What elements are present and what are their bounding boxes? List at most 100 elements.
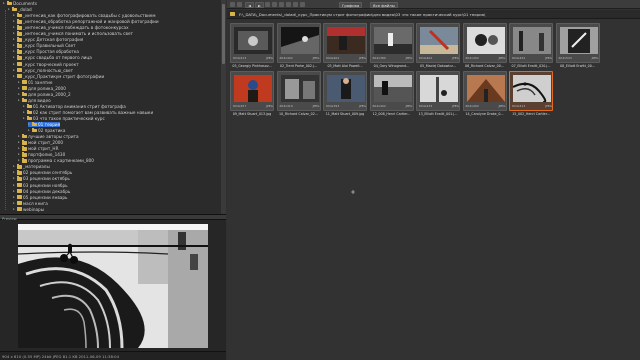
thumbnail-item[interactable]: 604x380 JPEG 04_Gary Winogrand... [369, 23, 414, 71]
tree-item[interactable]: ▸ _интенсив_учимся понимать и использоват… [13, 31, 133, 36]
tree-item[interactable]: ▸ мой стрит_HR [18, 146, 59, 151]
tree-item[interactable]: ▸ 05 рецензии январь [13, 195, 67, 200]
tree-item[interactable]: ▸ _курс Правильный Свет [13, 43, 76, 48]
tree-item[interactable]: ▸ Documents [3, 1, 37, 6]
tree-item[interactable]: ▸ 02 как стрит помогает вам развивать важ… [23, 110, 153, 115]
tree-item[interactable]: ▸ webinapы [13, 207, 44, 212]
thumbnail-image[interactable] [420, 27, 458, 54]
tree-item[interactable]: ▸ 03 рецензии октябрь [13, 176, 70, 181]
thumbnail-image[interactable] [466, 27, 505, 54]
thumbnail-format: JPEG [312, 56, 320, 60]
thumbnail-item[interactable]: 604x434 JPEG 13_Elliott Erwitt_001.j... [416, 71, 460, 119]
tree-item[interactable]: ▸ 01 Активатор внимания стрит фотографа [23, 104, 126, 109]
tree-item[interactable]: ▸ _курс Детская фотография [13, 37, 83, 42]
tree-item[interactable]: ▸ программа с картинками_800 [18, 158, 94, 163]
thumbnail-image[interactable] [513, 75, 551, 102]
tree-item[interactable]: ▸ для ролика_2000_2 [18, 92, 71, 97]
tree-scrollbar-thumb[interactable] [222, 4, 225, 64]
sort-icon[interactable] [286, 2, 291, 7]
thumbnail-item[interactable]: 604x393 JPEG 11_Matt Stuart_009.jpg [323, 71, 367, 119]
thumbnail-item[interactable]: 604x419 JPEG 10_Richard Calvar_02... [276, 71, 321, 119]
refresh-icon[interactable] [272, 2, 277, 7]
thumbnail-item[interactable]: 604x402 JPEG 14_Carolyne Drake_0... [462, 71, 507, 119]
tree-item[interactable]: ▸ 03 рецензии ноябрь [13, 183, 68, 188]
thumbnail-frame[interactable]: 604x402 JPEG [416, 23, 460, 63]
up-folder-icon[interactable] [265, 2, 270, 7]
thumbnail-item[interactable]: 604x543 JPEG 08_Elliott Erwitt_00... [555, 23, 600, 71]
thumbnail-image[interactable] [234, 75, 272, 102]
thumbnail-meta: 604x413 JPEG [233, 56, 273, 60]
menu-icon[interactable] [230, 2, 235, 7]
filter-icon[interactable] [293, 2, 298, 7]
graphics-filter-button[interactable]: Графика [339, 1, 363, 8]
thumbnail-frame[interactable]: 604x393 JPEG [323, 71, 367, 111]
thumbnail-item[interactable]: 604x402 JPEG 05_Maciej Dakowicz... [416, 23, 460, 71]
thumbnail-frame[interactable]: 604x543 JPEG [555, 23, 600, 63]
thumbnail-frame[interactable]: 604x402 JPEG [369, 71, 414, 111]
tree-item[interactable]: ▸ _курс свадьба от первого лица [13, 55, 92, 60]
tree-item[interactable]: ▸ для ролика_2000 [18, 86, 66, 91]
forward-button[interactable]: ► [255, 1, 264, 8]
thumbnail-frame[interactable]: 604x402 JPEG [462, 71, 507, 111]
tree-item[interactable]: ▸ лучшие авторы стрита [18, 134, 79, 139]
thumbnail-item[interactable]: 604x402 JPEG 03_Matt Aloi Powell... [323, 23, 367, 71]
thumbnail-image[interactable] [513, 27, 551, 54]
tree-item[interactable]: ▸ _материалы [13, 164, 50, 169]
tree-item[interactable]: ▸ для видео [18, 98, 51, 103]
thumbnail-frame[interactable]: 604x402 JPEG [462, 23, 507, 63]
tree-item[interactable]: ▸ _курс_Практикум стрит фотографии [13, 74, 104, 79]
thumbnail-image[interactable] [466, 75, 505, 102]
thumbnail-image[interactable] [280, 75, 319, 102]
tree-item[interactable]: ▸ 03 что такое практический курс [23, 116, 105, 121]
tree-item[interactable]: ▸ 01 теория [28, 122, 61, 128]
thumbnail-image[interactable] [559, 27, 598, 54]
thumbnail-item[interactable]: 604x457 JPEG 09_Matt Stuart_013.jpg [230, 71, 274, 119]
tree-item[interactable]: ▸ _dolad [8, 7, 32, 12]
all-files-filter-button[interactable]: Все файлы [370, 1, 398, 8]
thumbnail-item[interactable]: 604x402 JPEG 02_Trent Parke_002.j... [276, 23, 321, 71]
tree-item[interactable]: ▸ портфолио_1430 [18, 152, 65, 157]
thumbnail-item[interactable]: 604x402 JPEG 12_008_Henri Cartier... [369, 71, 414, 119]
tree-item[interactable]: ▸ _интенсив_как фотографировать свадьбы с… [13, 13, 156, 18]
thumbnail-frame[interactable]: 604x434 JPEG [416, 71, 460, 111]
thumbnail-image[interactable] [327, 75, 365, 102]
tree-item[interactable]: ▸ _интенсив_обработка репортажной и жанро… [13, 19, 159, 24]
thumbnail-frame[interactable]: 604x402 JPEG [323, 23, 367, 63]
thumbnail-frame[interactable]: 604x422 JPEG [509, 23, 553, 63]
thumbnail-image[interactable] [373, 75, 412, 102]
thumbnail-frame[interactable]: 604x402 JPEG [276, 23, 321, 63]
tree-item[interactable]: ▸ мой стрит_2000 [18, 140, 63, 145]
tree-item[interactable]: ▸ _курс творческий проект [13, 62, 79, 67]
tree-item[interactable]: ▸ масл книга [13, 201, 48, 206]
thumbnail-image[interactable] [280, 27, 319, 54]
thumbnail-item[interactable]: 604x402 JPEG 06_Richard Calvar_00... [462, 23, 507, 71]
tree-item-label: _курс_Практикум стрит фотографии [23, 73, 105, 79]
tree-scrollbar[interactable] [221, 0, 226, 214]
tree-item[interactable]: ▸ _курс Простая обработка [13, 49, 79, 54]
thumbnail-frame[interactable]: 604x413 JPEG [230, 23, 274, 63]
thumbnail-size-icon[interactable] [279, 2, 284, 7]
thumbnail-item[interactable]: 604x413 JPEG 15_002_Henri Cartier... [509, 71, 553, 119]
thumbnail-frame[interactable]: 604x413 JPEG [509, 71, 553, 111]
thumbnail-image[interactable] [327, 27, 365, 54]
folder-tree[interactable]: ▸ Documents ▸ _dolad ▸ _интенсив_как фотограф… [0, 0, 226, 214]
thumbnail-image[interactable] [373, 27, 412, 54]
tree-item[interactable]: ▸ 02 рецензии сентябрь [13, 170, 72, 175]
tree-item[interactable]: ▸ 02 практика [28, 128, 65, 133]
thumbnail-item[interactable]: 604x422 JPEG 07_Elliott Erwitt_020.j... [509, 23, 553, 71]
tree-item[interactable]: ▸ 04 рецензии декабрь [13, 189, 70, 194]
tree-item[interactable]: ▸ _курс_полностью_свет [13, 68, 73, 73]
thumbnail-item[interactable]: 604x413 JPEG 05_Georgiy Pinkhasov... [230, 23, 274, 71]
thumbnail-image[interactable] [234, 27, 272, 54]
thumbnail-image[interactable] [420, 75, 458, 102]
tree-item[interactable]: ▸ _интенсив_учимся побеждать в фотоконкур… [13, 25, 129, 30]
slideshow-icon[interactable] [300, 2, 305, 7]
back-button[interactable]: ◄ [245, 1, 254, 8]
view-icon[interactable] [237, 2, 242, 7]
thumbnail-frame[interactable]: 604x419 JPEG [276, 71, 321, 111]
path-text[interactable]: F:\_DATA\_Documents\_dolad\_курс_Практик… [239, 12, 485, 17]
thumbnail-frame[interactable]: 604x457 JPEG [230, 71, 274, 111]
tree-item[interactable]: ▸ 01 занятие [18, 80, 52, 85]
path-bar[interactable]: F:\_DATA\_Documents\_dolad\_курс_Практик… [227, 10, 640, 19]
thumbnail-frame[interactable]: 604x380 JPEG [369, 23, 414, 63]
